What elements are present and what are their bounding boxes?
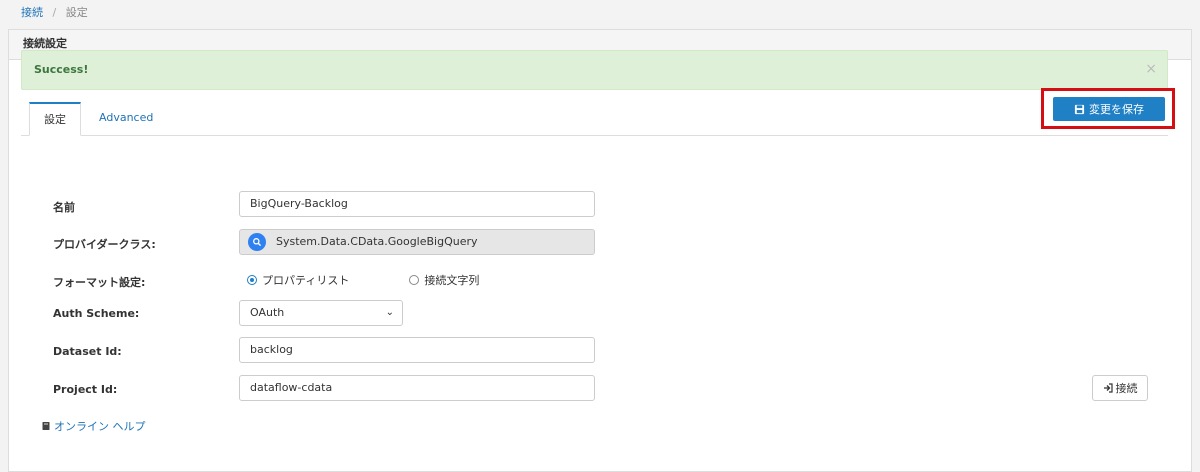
- provider-value: System.Data.CData.GoogleBigQuery: [276, 235, 478, 248]
- format-label: フォーマット設定:: [53, 276, 146, 289]
- radio-connection-string-label: 接続文字列: [424, 274, 480, 287]
- tab-advanced[interactable]: Advanced: [85, 102, 167, 136]
- auth-scheme-select[interactable]: OAuth ⌄: [239, 300, 403, 326]
- provider-field: System.Data.CData.GoogleBigQuery: [239, 229, 595, 255]
- online-help-label: オンライン ヘルプ: [54, 420, 146, 433]
- project-id-label: Project Id:: [53, 383, 118, 396]
- book-icon: [42, 422, 50, 430]
- save-button[interactable]: 変更を保存: [1053, 97, 1165, 121]
- provider-label: プロバイダークラス:: [53, 238, 156, 251]
- breadcrumb: 接続 / 設定: [21, 5, 88, 21]
- tab-settings[interactable]: 設定: [29, 102, 81, 136]
- bigquery-icon: [248, 233, 266, 251]
- auth-scheme-label: Auth Scheme:: [53, 307, 140, 320]
- breadcrumb-current: 設定: [65, 6, 88, 19]
- online-help-link[interactable]: オンライン ヘルプ: [41, 418, 146, 434]
- settings-panel: 接続 設定: [8, 29, 1192, 472]
- radio-checked-icon: [247, 275, 257, 285]
- save-icon: [1074, 104, 1085, 114]
- save-button-label: 変更を保存: [1089, 103, 1144, 116]
- radio-connection-string[interactable]: 接続文字列: [409, 272, 479, 288]
- radio-unchecked-icon: [409, 275, 420, 285]
- breadcrumb-link-connections[interactable]: 接続: [21, 6, 43, 19]
- connect-button-label: 接続: [1115, 382, 1138, 395]
- radio-property-list[interactable]: プロパティリスト: [247, 272, 349, 288]
- auth-scheme-value: OAuth: [250, 306, 285, 319]
- close-icon[interactable]: ×: [1145, 61, 1157, 77]
- name-input[interactable]: BigQuery-Backlog: [239, 191, 595, 217]
- project-id-input[interactable]: dataflow-cdata: [239, 375, 595, 401]
- tab-bar: 設定 Advanced: [21, 102, 1168, 136]
- success-alert: Success! ×: [21, 50, 1168, 90]
- connect-button[interactable]: 接続: [1092, 375, 1148, 401]
- dataset-id-input[interactable]: backlog: [239, 337, 595, 363]
- radio-property-list-label: プロパティリスト: [262, 274, 350, 287]
- breadcrumb-separator: /: [52, 6, 57, 19]
- chevron-down-icon: ⌄: [385, 307, 394, 318]
- format-radio-group: プロパティリスト 接続文字列: [247, 272, 479, 288]
- alert-message: Success!: [34, 63, 89, 76]
- name-label: 名前: [53, 201, 75, 214]
- sign-in-icon: [1103, 383, 1113, 393]
- dataset-id-label: Dataset Id:: [53, 345, 122, 358]
